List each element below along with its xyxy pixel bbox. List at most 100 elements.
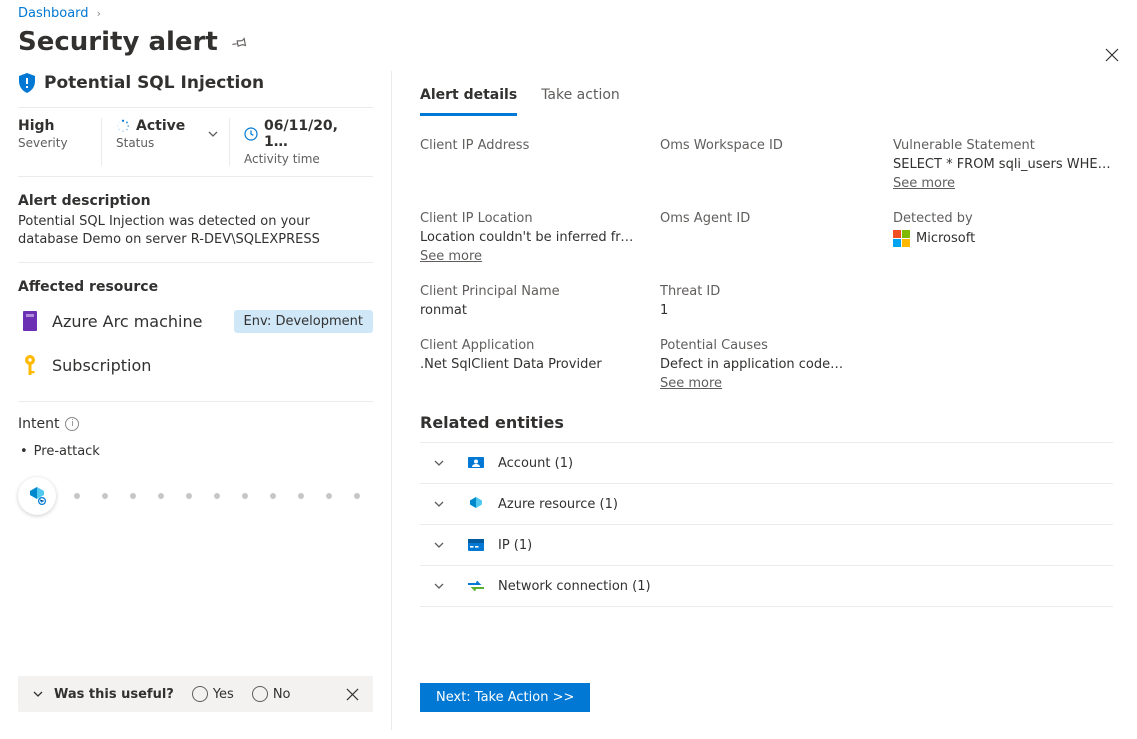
see-more-link[interactable]: See more bbox=[660, 376, 722, 391]
intent-heading-text: Intent bbox=[18, 416, 59, 432]
detail-label: Client IP Location bbox=[420, 211, 640, 226]
dismiss-usefulness-icon[interactable] bbox=[346, 688, 359, 701]
status-label: Status bbox=[116, 136, 213, 150]
detail-label: Client Principal Name bbox=[420, 284, 640, 299]
status-chevron-down-icon[interactable] bbox=[207, 128, 219, 140]
account-icon bbox=[466, 453, 486, 473]
chevron-down-icon bbox=[424, 457, 454, 469]
close-icon[interactable] bbox=[1105, 48, 1119, 62]
usefulness-chevron-icon[interactable] bbox=[32, 688, 44, 700]
info-icon[interactable]: i bbox=[65, 417, 79, 431]
radio-icon bbox=[192, 686, 208, 702]
related-entity-ip[interactable]: IP (1) bbox=[420, 525, 1113, 566]
alert-meta-row: High Severity Active Status bbox=[18, 107, 373, 177]
azure-resource-icon bbox=[466, 494, 486, 514]
alert-description-text: Potential SQL Injection was detected on … bbox=[18, 213, 373, 248]
related-entities-heading: Related entities bbox=[420, 413, 1113, 432]
severity-value: High bbox=[18, 118, 85, 134]
affected-resource-heading: Affected resource bbox=[18, 279, 373, 295]
status-cell[interactable]: Active Status bbox=[102, 118, 230, 166]
chevron-down-icon bbox=[424, 539, 454, 551]
detail-vulnerable-statement: Vulnerable Statement SELECT * FROM sqli_… bbox=[893, 138, 1113, 191]
activity-time-cell: 06/11/20, 1… Activity time bbox=[230, 118, 373, 166]
related-entity-label: IP (1) bbox=[498, 538, 532, 553]
affected-resource-row[interactable]: Azure Arc machine Env: Development bbox=[18, 299, 373, 343]
related-entities-list: Account (1) Azure resource (1) IP (1) Ne… bbox=[420, 442, 1113, 607]
intent-dot bbox=[326, 493, 332, 499]
affected-resource-row[interactable]: Subscription bbox=[18, 343, 373, 387]
intent-dot bbox=[102, 493, 108, 499]
related-entity-account[interactable]: Account (1) bbox=[420, 443, 1113, 484]
see-more-link[interactable]: See more bbox=[420, 249, 482, 264]
breadcrumb: Dashboard › bbox=[0, 0, 1137, 21]
detail-value: Location couldn't be inferred from… bbox=[420, 230, 640, 245]
status-active-icon bbox=[116, 119, 130, 133]
alert-details-pane: Alert details Take action Client IP Addr… bbox=[392, 71, 1137, 730]
clock-icon bbox=[244, 127, 258, 141]
tabs: Alert details Take action bbox=[420, 81, 1113, 116]
chevron-down-icon bbox=[424, 580, 454, 592]
related-entity-azure-resource[interactable]: Azure resource (1) bbox=[420, 484, 1113, 525]
detail-value: .Net SqlClient Data Provider bbox=[420, 357, 640, 372]
detail-label: Client IP Address bbox=[420, 138, 640, 153]
detail-label: Potential Causes bbox=[660, 338, 873, 353]
usefulness-yes-option[interactable]: Yes bbox=[192, 686, 234, 702]
breadcrumb-dashboard-link[interactable]: Dashboard bbox=[18, 6, 89, 21]
shield-alert-icon bbox=[18, 73, 36, 93]
tab-alert-details[interactable]: Alert details bbox=[420, 81, 517, 116]
intent-dot bbox=[130, 493, 136, 499]
alert-title: Potential SQL Injection bbox=[44, 73, 264, 93]
pin-icon[interactable] bbox=[232, 35, 247, 50]
related-entity-label: Network connection (1) bbox=[498, 579, 651, 594]
related-entity-label: Azure resource (1) bbox=[498, 497, 618, 512]
intent-dot bbox=[242, 493, 248, 499]
intent-dot bbox=[158, 493, 164, 499]
see-more-link[interactable]: See more bbox=[893, 176, 955, 191]
intent-heading: Intent i bbox=[18, 416, 373, 432]
intent-stage-preattack-icon bbox=[18, 477, 56, 515]
network-connection-icon bbox=[466, 576, 486, 596]
status-value: Active bbox=[136, 118, 185, 134]
usefulness-bar: Was this useful? Yes No bbox=[18, 676, 373, 712]
radio-icon bbox=[252, 686, 268, 702]
detail-potential-causes: Potential Causes Defect in application c… bbox=[660, 338, 873, 391]
detail-label: Vulnerable Statement bbox=[893, 138, 1113, 153]
detail-principal: Client Principal Name ronmat bbox=[420, 284, 640, 318]
detail-client-ip: Client IP Address bbox=[420, 138, 640, 191]
detail-oms-workspace: Oms Workspace ID bbox=[660, 138, 873, 191]
severity-label: Severity bbox=[18, 136, 85, 150]
alert-description-heading: Alert description bbox=[18, 193, 373, 209]
detail-value: Microsoft bbox=[916, 231, 975, 246]
detail-label: Oms Agent ID bbox=[660, 211, 873, 226]
detail-oms-agent: Oms Agent ID bbox=[660, 211, 873, 264]
intent-timeline bbox=[18, 477, 373, 515]
next-take-action-button[interactable]: Next: Take Action >> bbox=[420, 683, 590, 712]
detail-threat-id: Threat ID 1 bbox=[660, 284, 873, 318]
intent-dot bbox=[270, 493, 276, 499]
microsoft-logo-icon bbox=[893, 230, 910, 247]
key-icon bbox=[18, 353, 42, 377]
intent-dot bbox=[354, 493, 360, 499]
intent-dot bbox=[186, 493, 192, 499]
detail-value: 1 bbox=[660, 303, 873, 318]
breadcrumb-separator: › bbox=[97, 7, 101, 20]
detail-label: Threat ID bbox=[660, 284, 873, 299]
intent-dot bbox=[298, 493, 304, 499]
detail-client-application: Client Application .Net SqlClient Data P… bbox=[420, 338, 640, 391]
ip-icon bbox=[466, 535, 486, 555]
alert-summary-pane: Potential SQL Injection High Severity Ac… bbox=[0, 71, 392, 730]
usefulness-prompt: Was this useful? bbox=[54, 687, 174, 702]
detail-label: Detected by bbox=[893, 211, 1113, 226]
detail-value: Defect in application code… bbox=[660, 357, 873, 372]
detail-value: SELECT * FROM sqli_users WHERE… bbox=[893, 157, 1113, 172]
arc-machine-icon bbox=[18, 309, 42, 333]
activity-label: Activity time bbox=[244, 152, 357, 166]
usefulness-no-option[interactable]: No bbox=[252, 686, 291, 702]
related-entity-network[interactable]: Network connection (1) bbox=[420, 566, 1113, 607]
detail-label: Client Application bbox=[420, 338, 640, 353]
detail-label: Oms Workspace ID bbox=[660, 138, 873, 153]
detail-detected-by: Detected by Microsoft bbox=[893, 211, 1113, 264]
chevron-down-icon bbox=[424, 498, 454, 510]
detail-client-ip-location: Client IP Location Location couldn't be … bbox=[420, 211, 640, 264]
tab-take-action[interactable]: Take action bbox=[541, 81, 620, 116]
